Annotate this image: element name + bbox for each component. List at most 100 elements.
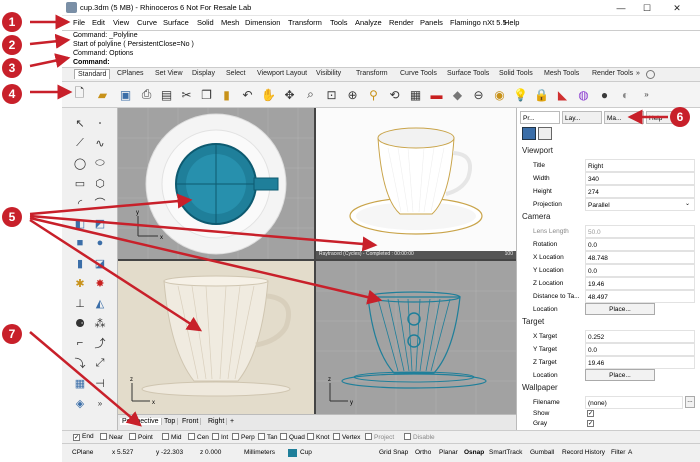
import-icon[interactable]: ▤ <box>158 86 175 103</box>
menu-edit[interactable]: Edit <box>92 18 105 27</box>
status-cplane[interactable]: CPlane <box>72 449 93 456</box>
rectangle-icon[interactable]: ▭ <box>71 174 89 192</box>
command-scroll[interactable]: ⌃ ⌄ <box>73 33 81 65</box>
rotate-view-icon[interactable]: ⟲ <box>386 86 403 103</box>
add-viewport-icon[interactable]: + <box>228 418 236 425</box>
panel-tab-materials[interactable]: Ma... <box>604 111 644 124</box>
move-icon[interactable]: ⤵ <box>71 354 89 372</box>
menu-help[interactable]: Help <box>504 18 519 27</box>
measure-icon[interactable]: ⊖ <box>470 86 487 103</box>
viewtab-perspective[interactable]: Perspective <box>120 418 162 425</box>
osnap-project[interactable]: Project <box>365 433 394 441</box>
status-smarttrack[interactable]: SmartTrack <box>489 449 522 456</box>
render-sphere-icon[interactable]: ● <box>596 86 613 103</box>
status-grid-snap[interactable]: Grid Snap <box>379 449 408 456</box>
zoom-extents-icon[interactable]: ⊕ <box>344 86 361 103</box>
osnap-cen[interactable]: Cen <box>188 433 209 441</box>
viewtab-right[interactable]: Right <box>206 418 228 425</box>
osnap-vertex[interactable]: Vertex <box>333 433 360 441</box>
print-icon[interactable]: ⎙ <box>138 86 155 103</box>
ellipse-icon[interactable]: ⬭ <box>91 154 109 172</box>
light-icon[interactable]: 💡 <box>512 86 529 103</box>
material-icon[interactable]: ◣ <box>554 86 571 103</box>
status-planar[interactable]: Planar <box>439 449 458 456</box>
osnap-disable[interactable]: Disable <box>404 433 435 441</box>
tab-transform[interactable]: Transform <box>356 70 388 77</box>
viewport-right[interactable]: yz <box>316 261 516 414</box>
new-icon[interactable]: 🗋 <box>71 86 88 103</box>
lock-icon[interactable]: 🔒 <box>533 86 550 103</box>
status-more[interactable]: A <box>628 449 632 456</box>
status-layer[interactable]: Cup <box>300 449 312 456</box>
tabs-overflow-icon[interactable]: » <box>636 70 640 77</box>
boolean-icon[interactable]: ⚈ <box>71 314 89 332</box>
grid-icon[interactable]: ▦ <box>407 86 424 103</box>
prop-height-value[interactable]: 274 <box>585 185 695 198</box>
tab-curve-tools[interactable]: Curve Tools <box>400 70 437 77</box>
osnap-int[interactable]: Int <box>212 433 228 441</box>
car2-icon[interactable]: ◆ <box>449 86 466 103</box>
menu-flamingo[interactable]: Flamingo nXt 5.5 <box>450 18 507 27</box>
osnap-end[interactable]: ✓ End <box>73 433 94 441</box>
tab-visibility[interactable]: Visibility <box>316 70 341 77</box>
rotate-icon[interactable]: ✥ <box>281 86 298 103</box>
tab-cplanes[interactable]: CPlanes <box>117 70 143 77</box>
tab-mesh-tools[interactable]: Mesh Tools <box>544 70 579 77</box>
menu-panels[interactable]: Panels <box>420 18 443 27</box>
status-filter[interactable]: Filter <box>611 449 625 456</box>
tab-solid-tools[interactable]: Solid Tools <box>499 70 533 77</box>
paste-icon[interactable]: ▮ <box>218 86 235 103</box>
panel-tab-layers[interactable]: Lay... <box>562 111 602 124</box>
prop-title-value[interactable]: Right <box>585 159 695 172</box>
status-units[interactable]: Millimeters <box>244 449 275 456</box>
tab-render-tools[interactable]: Render Tools <box>592 70 633 77</box>
tab-set-view[interactable]: Set View <box>155 70 183 77</box>
menu-render[interactable]: Render <box>389 18 414 27</box>
gear-tool-icon[interactable]: ✱ <box>71 274 89 292</box>
dimension-icon[interactable]: ⊥ <box>71 294 89 312</box>
polygon-icon[interactable]: ⬡ <box>91 174 109 192</box>
osnap-knot[interactable]: Knot <box>307 433 329 441</box>
tab-surface-tools[interactable]: Surface Tools <box>447 70 489 77</box>
menu-dimension[interactable]: Dimension <box>245 18 280 27</box>
layers-icon[interactable]: ◉ <box>491 86 508 103</box>
circle-icon[interactable]: ◯ <box>71 154 89 172</box>
viewtab-top[interactable]: Top <box>162 418 179 425</box>
curve-icon[interactable]: ∿ <box>91 134 109 152</box>
box-icon[interactable]: ■ <box>71 234 89 252</box>
cylinder-icon[interactable]: ▮ <box>71 254 89 272</box>
panel-tab-properties[interactable]: Pr... <box>520 111 560 124</box>
osnap-mid[interactable]: Mid <box>162 433 181 441</box>
menu-mesh[interactable]: Mesh <box>221 18 239 27</box>
freeform-icon[interactable]: ⌒ <box>91 194 109 212</box>
object-icon[interactable] <box>538 127 552 140</box>
viewtab-front[interactable]: Front <box>180 418 202 425</box>
osnap-end-checkbox[interactable]: ✓ <box>73 434 80 441</box>
menu-surface[interactable]: Surface <box>163 18 189 27</box>
camera-icon[interactable] <box>522 127 536 140</box>
close-button[interactable]: ✕ <box>666 2 688 14</box>
undo-icon[interactable]: ↶ <box>239 86 256 103</box>
status-ortho[interactable]: Ortho <box>415 449 431 456</box>
cut-icon[interactable]: ✂ <box>178 86 195 103</box>
open-icon[interactable]: ▰ <box>94 86 111 103</box>
osnap-near[interactable]: Near <box>100 433 123 441</box>
copy-icon[interactable]: ❐ <box>198 86 215 103</box>
osnap-perp[interactable]: Perp <box>232 433 255 441</box>
point-icon[interactable]: ∘ <box>91 114 109 132</box>
prop-width-value[interactable]: 340 <box>585 172 695 185</box>
menu-tools[interactable]: Tools <box>330 18 348 27</box>
save-icon[interactable]: ▣ <box>117 86 134 103</box>
scale-icon[interactable]: ⤢ <box>91 354 109 372</box>
render-icon[interactable]: ◐ <box>617 86 634 103</box>
camera-place-button[interactable]: Place... <box>585 303 655 315</box>
scroll-up-icon[interactable]: ⌃ <box>74 35 80 42</box>
menu-solid[interactable]: Solid <box>197 18 214 27</box>
menu-curve[interactable]: Curve <box>137 18 157 27</box>
viewport-front[interactable]: xz <box>118 261 314 414</box>
polyline-icon[interactable]: ⟋ <box>71 134 89 152</box>
mirror-icon[interactable]: ⊣ <box>91 374 109 392</box>
osnap-point[interactable]: Point <box>129 433 153 441</box>
scroll-down-icon[interactable]: ⌄ <box>74 46 80 53</box>
zoom-selected-icon[interactable]: ⚲ <box>365 86 382 103</box>
